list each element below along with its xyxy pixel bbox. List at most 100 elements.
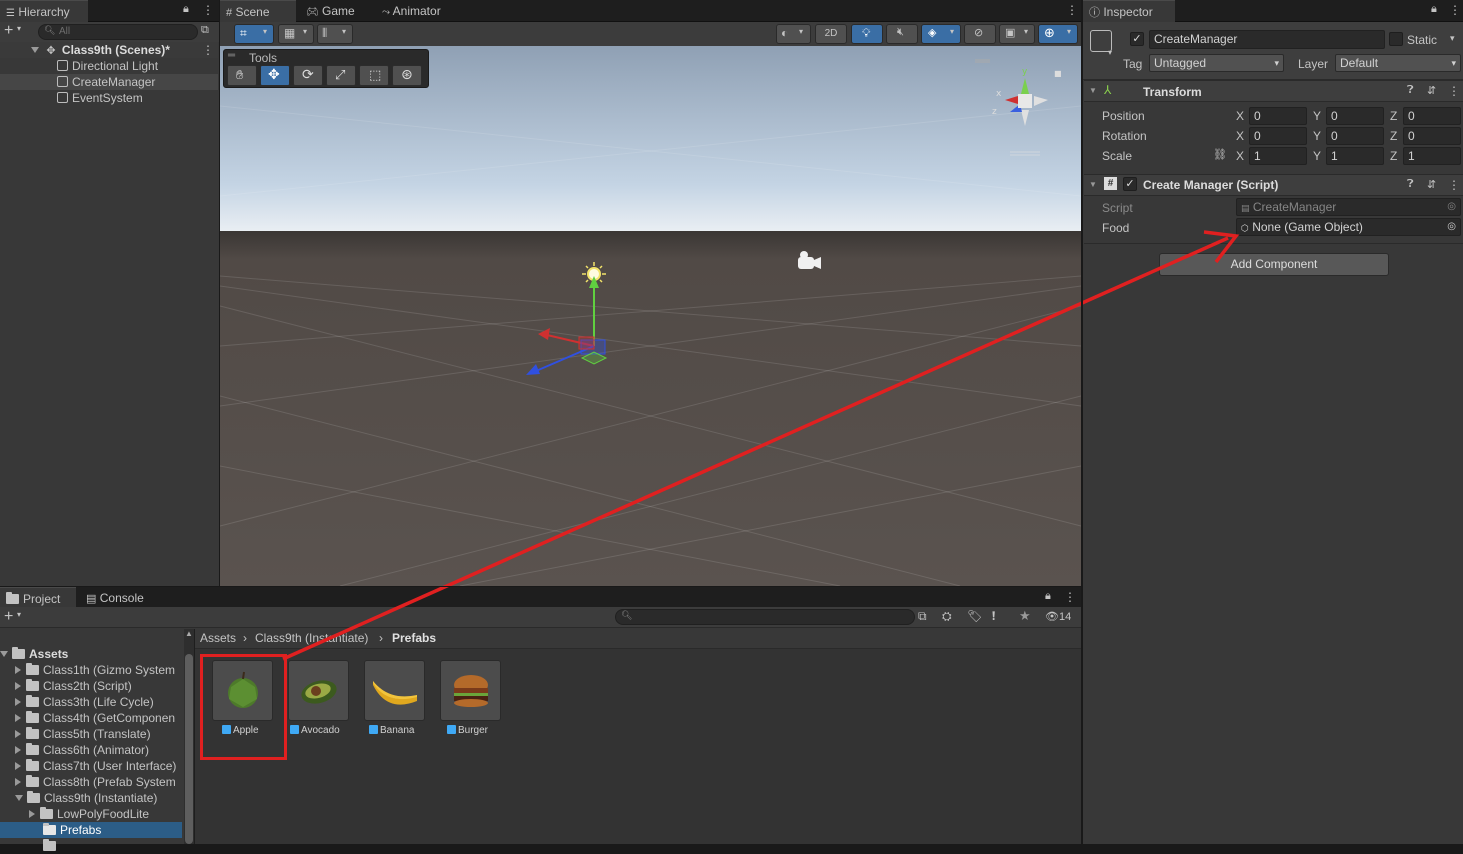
kebab-menu-icon[interactable]: ⋮ — [1066, 3, 1078, 17]
lighting-button[interactable]: 💡︎ — [851, 24, 883, 44]
add-icon[interactable]: + — [4, 607, 13, 627]
asset-label[interactable]: Banana — [369, 725, 414, 736]
pivot-tool-button[interactable]: ⌗ ▾ — [234, 24, 274, 44]
transform-z-field[interactable]: 0 — [1403, 127, 1461, 145]
tab-game[interactable]: 🎮︎ Game — [300, 0, 361, 22]
collapse-triangle-icon[interactable] — [15, 698, 21, 706]
preset-icon[interactable]: ⇵ — [1427, 84, 1436, 97]
search-input[interactable]: 🔍︎ All — [38, 24, 198, 40]
transform-x-field[interactable]: 0 — [1249, 107, 1307, 125]
effects-button[interactable]: ◈ ▾ — [921, 24, 961, 44]
expand-triangle-icon[interactable] — [0, 651, 8, 657]
camera-button[interactable]: ▣ ▾ — [999, 24, 1035, 44]
gizmos-button[interactable]: ⊕ ▾ — [1038, 24, 1078, 44]
add-component-button[interactable]: Add Component — [1159, 253, 1389, 276]
static-checkbox[interactable] — [1389, 32, 1403, 46]
chevron-down-icon[interactable]: ▾ — [17, 24, 21, 33]
breadcrumb-class9th[interactable]: Class9th (Instantiate) — [255, 631, 368, 645]
object-picker-icon[interactable]: ◎ — [1447, 219, 1456, 235]
scene-menu-icon[interactable]: ⋮ — [202, 42, 214, 58]
help-icon[interactable]: ❓︎ — [1407, 84, 1414, 97]
tab-project[interactable]: Project — [0, 587, 76, 609]
constrain-proportions-icon[interactable]: ⛓︎ — [1213, 148, 1227, 161]
warning-filter-icon[interactable]: ❗︎ — [992, 609, 995, 624]
search-by-type-icon[interactable]: ⧉ — [918, 609, 927, 624]
chevron-down-icon[interactable]: ▾ — [1108, 48, 1112, 57]
tree-item-prefabs[interactable]: Prefabs — [0, 822, 182, 838]
drag-handle-icon[interactable]: ═ — [228, 50, 235, 61]
hand-tool-button[interactable]: ✋︎ — [227, 65, 257, 86]
help-icon[interactable]: ❓︎ — [1407, 178, 1414, 191]
transform-tool-button[interactable]: ⊛ — [392, 65, 422, 86]
scene-viewport[interactable]: y x z ■ — [220, 46, 1081, 586]
grid-snap-button[interactable]: ▦ ▾ — [278, 24, 314, 44]
search-by-label-icon[interactable]: ⛭ — [942, 609, 952, 624]
chevron-down-icon[interactable]: ▾ — [17, 610, 21, 619]
lock-icon[interactable]: 🔒︎ — [183, 3, 189, 16]
tab-console[interactable]: ▤ Console — [80, 587, 150, 609]
asset-avocado[interactable] — [288, 660, 349, 721]
tree-item-lowpolyfoodlite[interactable]: LowPolyFoodLite — [29, 806, 149, 822]
scale-tool-button[interactable]: ⤢ — [326, 65, 356, 86]
preset-icon[interactable]: ⇵ — [1427, 178, 1436, 191]
move-tool-button[interactable]: ✥ — [260, 65, 290, 86]
transform-y-field[interactable]: 0 — [1326, 127, 1384, 145]
tree-item-class[interactable]: Class9th (Instantiate) — [15, 790, 183, 806]
transform-x-field[interactable]: 0 — [1249, 127, 1307, 145]
tab-hierarchy[interactable]: ☰ Hierarchy — [0, 0, 88, 22]
audio-button[interactable]: 🔇︎ — [886, 24, 918, 44]
hidden-objects-button[interactable]: ⊘ — [964, 24, 996, 44]
foldout-triangle-icon[interactable]: ▼ — [1089, 86, 1097, 95]
transform-x-field[interactable]: 1 — [1249, 147, 1307, 165]
scroll-up-icon[interactable]: ▲ — [185, 629, 193, 638]
draw-mode-button[interactable]: ◐ ▾ — [776, 24, 811, 44]
asset-label[interactable]: Burger — [447, 725, 488, 736]
collapse-triangle-icon[interactable] — [15, 778, 21, 786]
component-menu-icon[interactable]: ⋮ — [1448, 84, 1460, 98]
tree-item-class[interactable]: Class2th (Script) — [15, 678, 183, 694]
breadcrumb-prefabs[interactable]: Prefabs — [392, 631, 436, 645]
toggle-2d-button[interactable]: 2D — [815, 24, 847, 44]
transform-y-field[interactable]: 0 — [1326, 107, 1384, 125]
tree-item-class[interactable]: Class8th (Prefab System — [15, 774, 183, 790]
scrollbar-thumb[interactable] — [185, 654, 193, 844]
asset-banana[interactable] — [364, 660, 425, 721]
collapse-triangle-icon[interactable] — [15, 666, 21, 674]
food-object-field[interactable]: ⬡ None (Game Object) ◎ — [1236, 218, 1461, 236]
component-enabled-checkbox[interactable]: ✓ — [1123, 177, 1137, 191]
transform-z-field[interactable]: 1 — [1403, 147, 1461, 165]
hierarchy-item-directional-light[interactable]: Directional Light — [0, 58, 218, 74]
gizmo-lock-icon[interactable]: ■ — [1054, 69, 1062, 78]
rect-tool-button[interactable]: ⬚ — [359, 65, 389, 86]
project-search-input[interactable]: 🔍︎ — [615, 609, 915, 625]
kebab-menu-icon[interactable]: ⋮ — [202, 3, 214, 17]
tag-dropdown[interactable]: Untagged ▾ — [1149, 54, 1284, 72]
rotate-tool-button[interactable]: ⟳ — [293, 65, 323, 86]
expand-triangle-icon[interactable] — [31, 47, 39, 53]
collapse-triangle-icon[interactable] — [15, 762, 21, 770]
expand-triangle-icon[interactable] — [15, 795, 23, 801]
scene-visibility-icon[interactable]: ⧉ — [201, 24, 209, 37]
favorite-star-icon[interactable]: ★ — [1019, 608, 1031, 624]
increment-snap-button[interactable]: ⦀ ▾ — [317, 24, 353, 44]
breadcrumb-assets[interactable]: Assets — [200, 631, 236, 645]
hierarchy-item-eventsystem[interactable]: EventSystem — [0, 90, 218, 106]
tree-item-assets[interactable]: Assets — [0, 646, 68, 662]
add-icon[interactable]: + — [4, 22, 13, 40]
hidden-packages-toggle[interactable]: 👁︎14 — [1045, 610, 1071, 623]
hierarchy-item-createmanager[interactable]: CreateManager — [0, 74, 218, 90]
tree-item-class[interactable]: Class7th (User Interface) — [15, 758, 183, 774]
lock-icon[interactable]: 🔒︎ — [1431, 3, 1437, 16]
active-checkbox[interactable]: ✓ — [1130, 32, 1144, 46]
foldout-triangle-icon[interactable]: ▼ — [1089, 180, 1097, 189]
kebab-menu-icon[interactable]: ⋮ — [1449, 3, 1461, 17]
collapse-triangle-icon[interactable] — [15, 682, 21, 690]
scene-row[interactable]: ✥ Class9th (Scenes)* ⋮ — [0, 42, 218, 58]
tab-animator[interactable]: ⤳ Animator — [376, 0, 447, 22]
tree-item-class[interactable]: Class4th (GetComponen — [15, 710, 183, 726]
tree-scrollbar[interactable]: ▲ — [184, 629, 194, 844]
tree-item-class[interactable]: Class6th (Animator) — [15, 742, 183, 758]
asset-label[interactable]: Avocado — [290, 725, 340, 736]
tab-scene[interactable]: # Scene — [220, 0, 296, 22]
tag-icon[interactable]: 🏷︎ — [967, 609, 982, 623]
